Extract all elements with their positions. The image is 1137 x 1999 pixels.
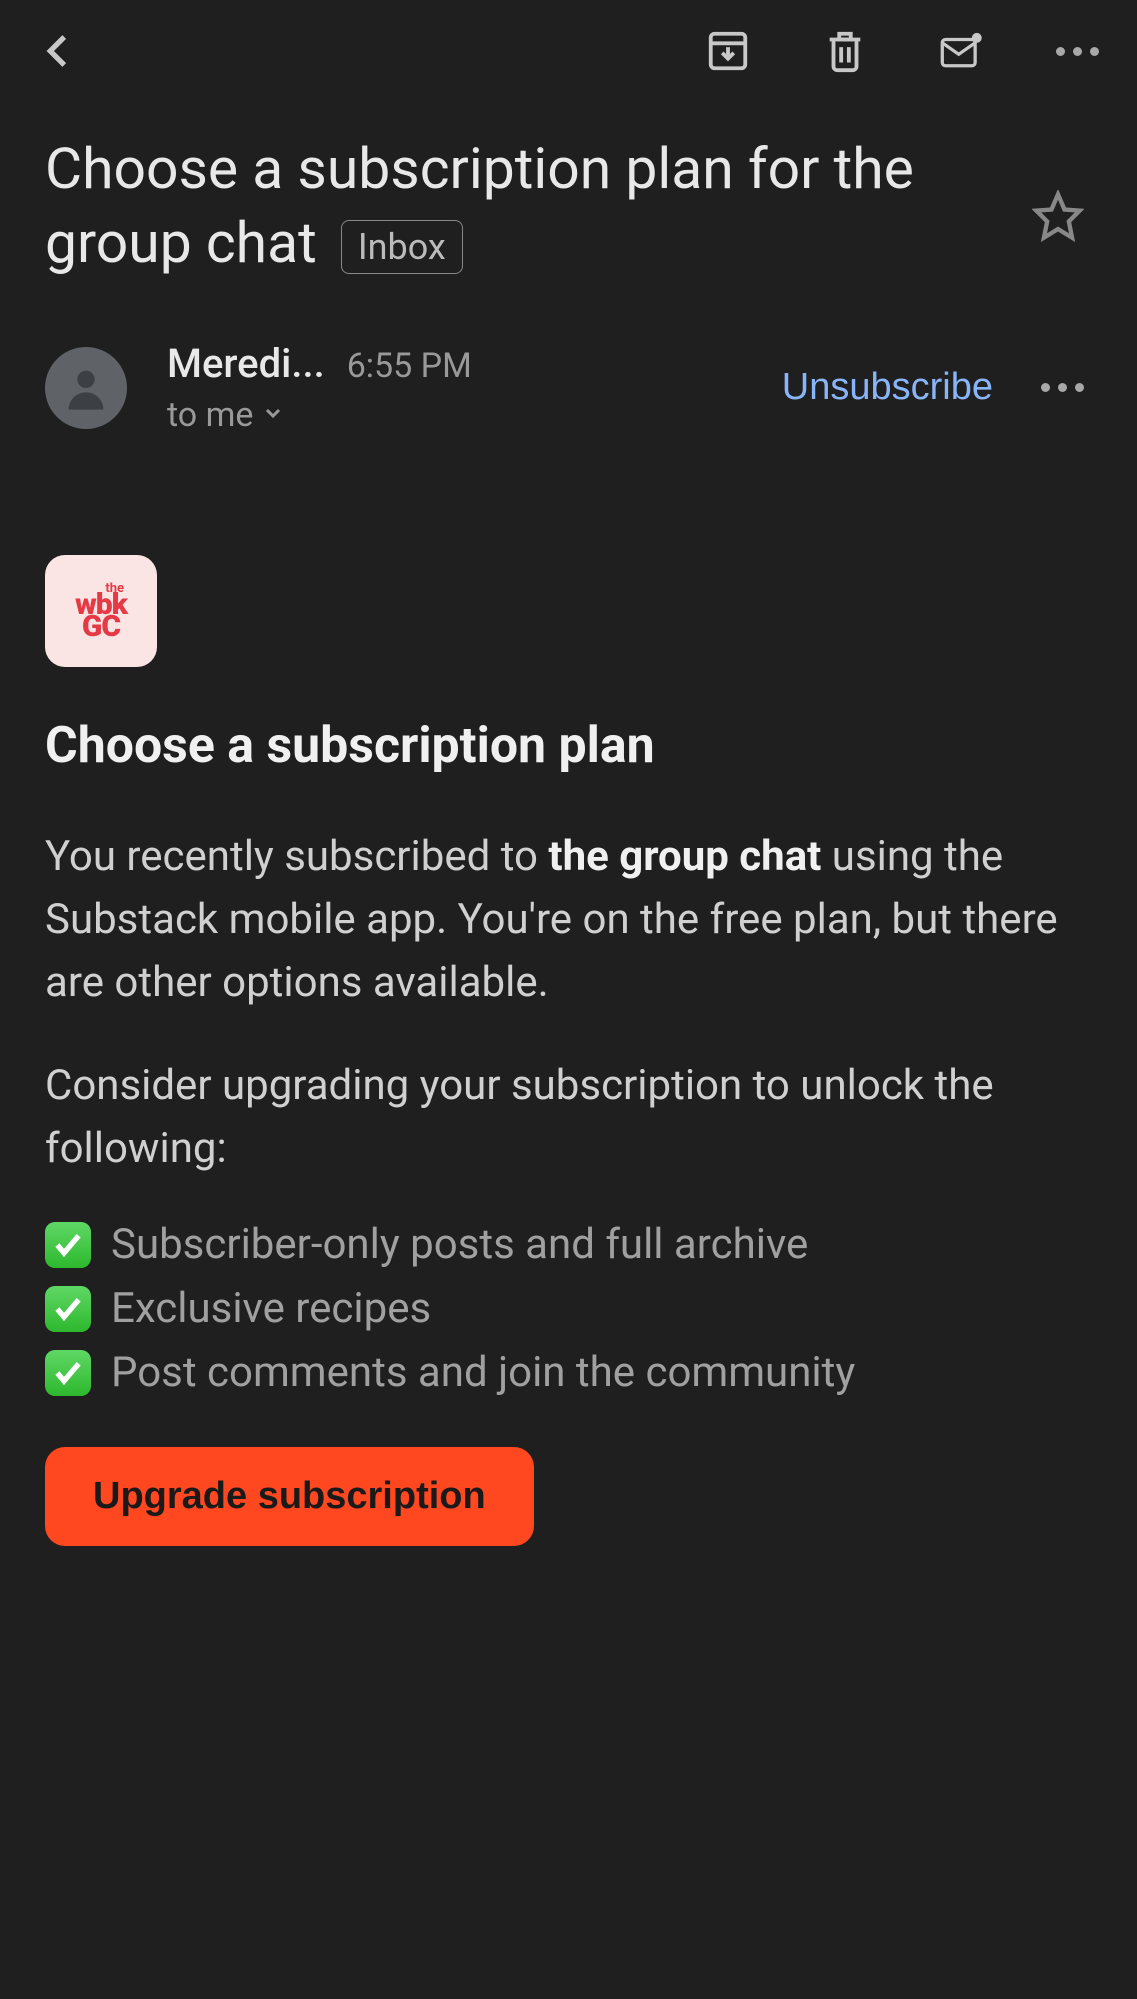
para1-pre: You recently subscribed to (45, 832, 548, 881)
sender-top-row: Meredi... 6:55 PM (167, 340, 762, 387)
body-paragraph-2: Consider upgrading your subscription to … (45, 1054, 1092, 1180)
subject-area: Choose a subscription plan for the group… (0, 102, 1137, 300)
email-subject: Choose a subscription plan for the group… (45, 132, 994, 280)
archive-icon (705, 28, 751, 74)
chevron-down-icon (261, 401, 285, 425)
para1-strong: the group chat (548, 832, 821, 881)
toolbar-left (30, 22, 677, 80)
person-icon (60, 362, 112, 414)
more-options-button[interactable] (1048, 39, 1107, 64)
mark-unread-button[interactable] (931, 20, 993, 82)
brand-line-3: GC (75, 616, 127, 639)
subject-text: Choose a subscription plan for the group… (45, 132, 994, 280)
feature-text: Exclusive recipes (111, 1284, 431, 1333)
more-dots-icon (1041, 383, 1084, 392)
chevron-left-icon (38, 30, 80, 72)
sender-actions: Unsubscribe (782, 366, 1092, 409)
check-icon (45, 1286, 91, 1332)
mail-icon (939, 28, 985, 74)
body-heading: Choose a subscription plan (45, 717, 1092, 775)
sender-name[interactable]: Meredi... (167, 340, 325, 387)
feature-text: Subscriber-only posts and full archive (111, 1220, 808, 1269)
inbox-label[interactable]: Inbox (341, 220, 463, 275)
sender-row: Meredi... 6:55 PM to me Unsubscribe (0, 300, 1137, 455)
expand-recipients (261, 401, 285, 429)
sender-time: 6:55 PM (347, 346, 472, 386)
sender-avatar[interactable] (45, 347, 127, 429)
message-body: the wbk GC Choose a subscription plan Yo… (0, 455, 1137, 1586)
brand-logo-text: the wbk GC (75, 584, 127, 639)
check-icon (45, 1350, 91, 1396)
list-item: Exclusive recipes (45, 1284, 1092, 1333)
more-dots-icon (1056, 47, 1099, 56)
unsubscribe-button[interactable]: Unsubscribe (782, 366, 993, 409)
trash-icon (822, 28, 868, 74)
message-more-button[interactable] (1033, 375, 1092, 400)
sender-info: Meredi... 6:55 PM to me (167, 340, 762, 435)
feature-list: Subscriber-only posts and full archive E… (45, 1220, 1092, 1397)
feature-text: Post comments and join the community (111, 1348, 855, 1397)
archive-button[interactable] (697, 20, 759, 82)
list-item: Post comments and join the community (45, 1348, 1092, 1397)
body-paragraph-1: You recently subscribed to the group cha… (45, 825, 1092, 1014)
delete-button[interactable] (814, 20, 876, 82)
toolbar (0, 0, 1137, 102)
toolbar-right (697, 20, 1107, 82)
star-icon (1032, 190, 1084, 242)
check-icon (45, 1222, 91, 1268)
star-button[interactable] (1024, 182, 1092, 250)
list-item: Subscriber-only posts and full archive (45, 1220, 1092, 1269)
recipient-row[interactable]: to me (167, 395, 762, 435)
brand-logo[interactable]: the wbk GC (45, 555, 157, 667)
recipient-text: to me (167, 395, 253, 435)
back-button[interactable] (30, 22, 88, 80)
subject-title-text: Choose a subscription plan for the group… (45, 135, 914, 276)
upgrade-subscription-button[interactable]: Upgrade subscription (45, 1447, 534, 1546)
